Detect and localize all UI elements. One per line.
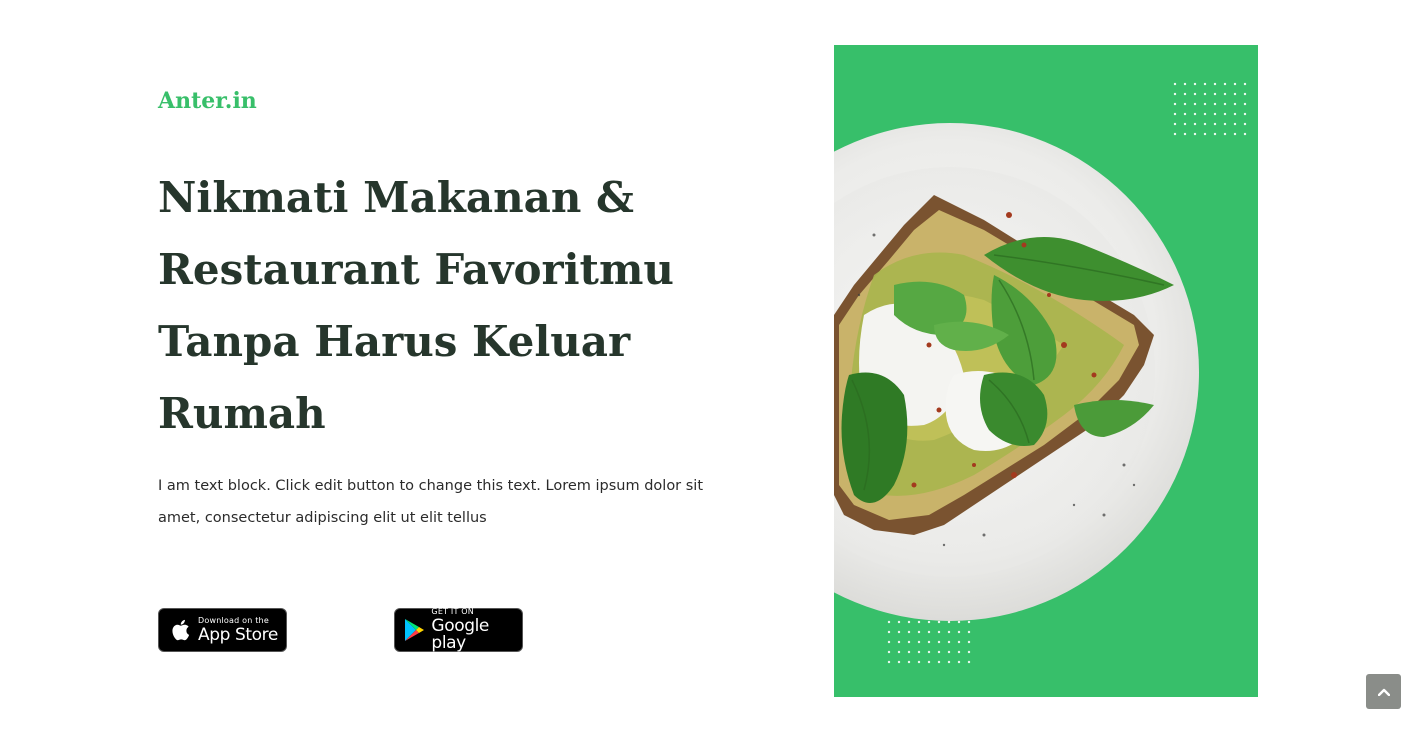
app-store-big-text: App Store [198, 624, 278, 645]
hero-image-panel [834, 45, 1258, 697]
apple-icon [168, 616, 192, 644]
headline-line-2: Restaurant Favoritmu [158, 245, 674, 294]
hero-headline: Nikmati Makanan & Restaurant Favoritmu T… [158, 162, 718, 450]
headline-line-3: Tanpa Harus Keluar [158, 317, 631, 366]
google-play-small-text: GET IT ON [431, 607, 474, 616]
chevron-up-icon [1377, 683, 1390, 701]
hero-description: I am text block. Click edit button to ch… [158, 478, 704, 526]
headline-line-4: Rumah [158, 389, 326, 438]
google-play-big-text: Google play [431, 616, 489, 653]
brand-logo[interactable]: Anter.in [158, 88, 257, 114]
scroll-to-top-button[interactable] [1366, 674, 1401, 709]
app-store-small-text: Download on the [198, 615, 269, 625]
headline-line-1: Nikmati Makanan & [158, 173, 634, 222]
google-play-button[interactable]: GET IT ON Google play [394, 608, 523, 652]
app-store-button[interactable]: Download on the App Store [158, 608, 287, 652]
food-plate-image [834, 123, 1199, 621]
google-play-icon [403, 616, 425, 644]
